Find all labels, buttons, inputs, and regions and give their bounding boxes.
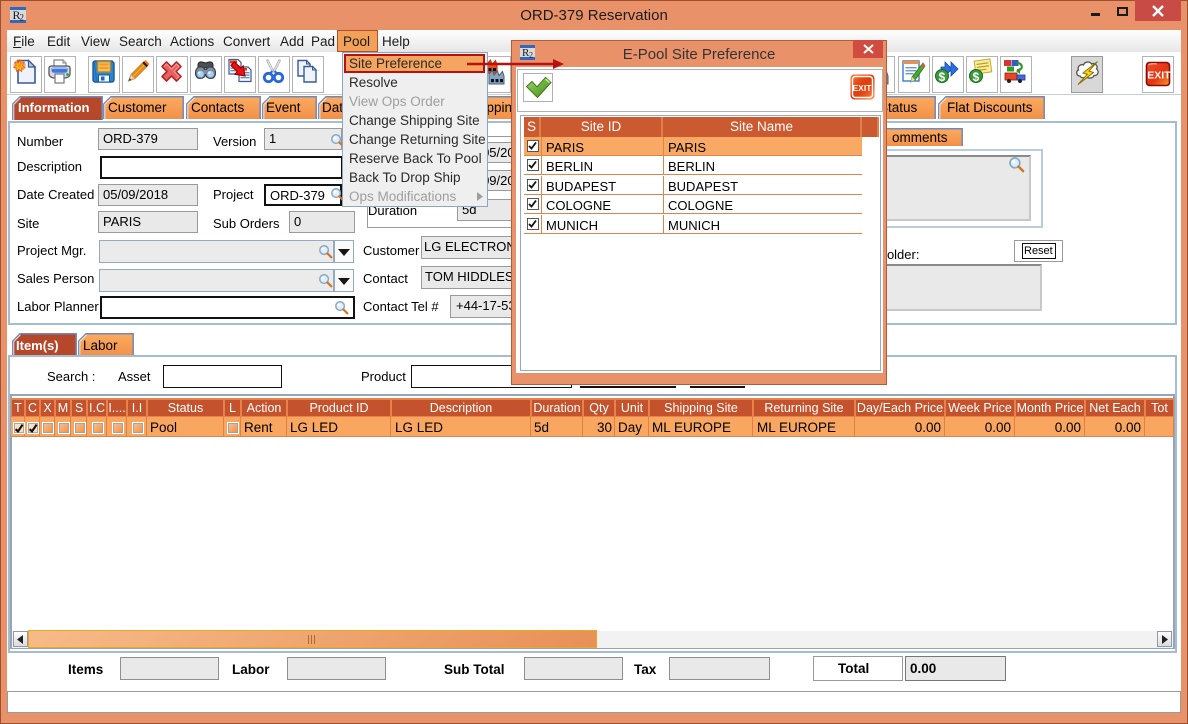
svg-text:$: $ <box>973 70 980 84</box>
svg-text:EXIT: EXIT <box>853 83 873 93</box>
svg-text:$: $ <box>939 70 946 84</box>
svg-text:EXIT: EXIT <box>1147 70 1171 82</box>
